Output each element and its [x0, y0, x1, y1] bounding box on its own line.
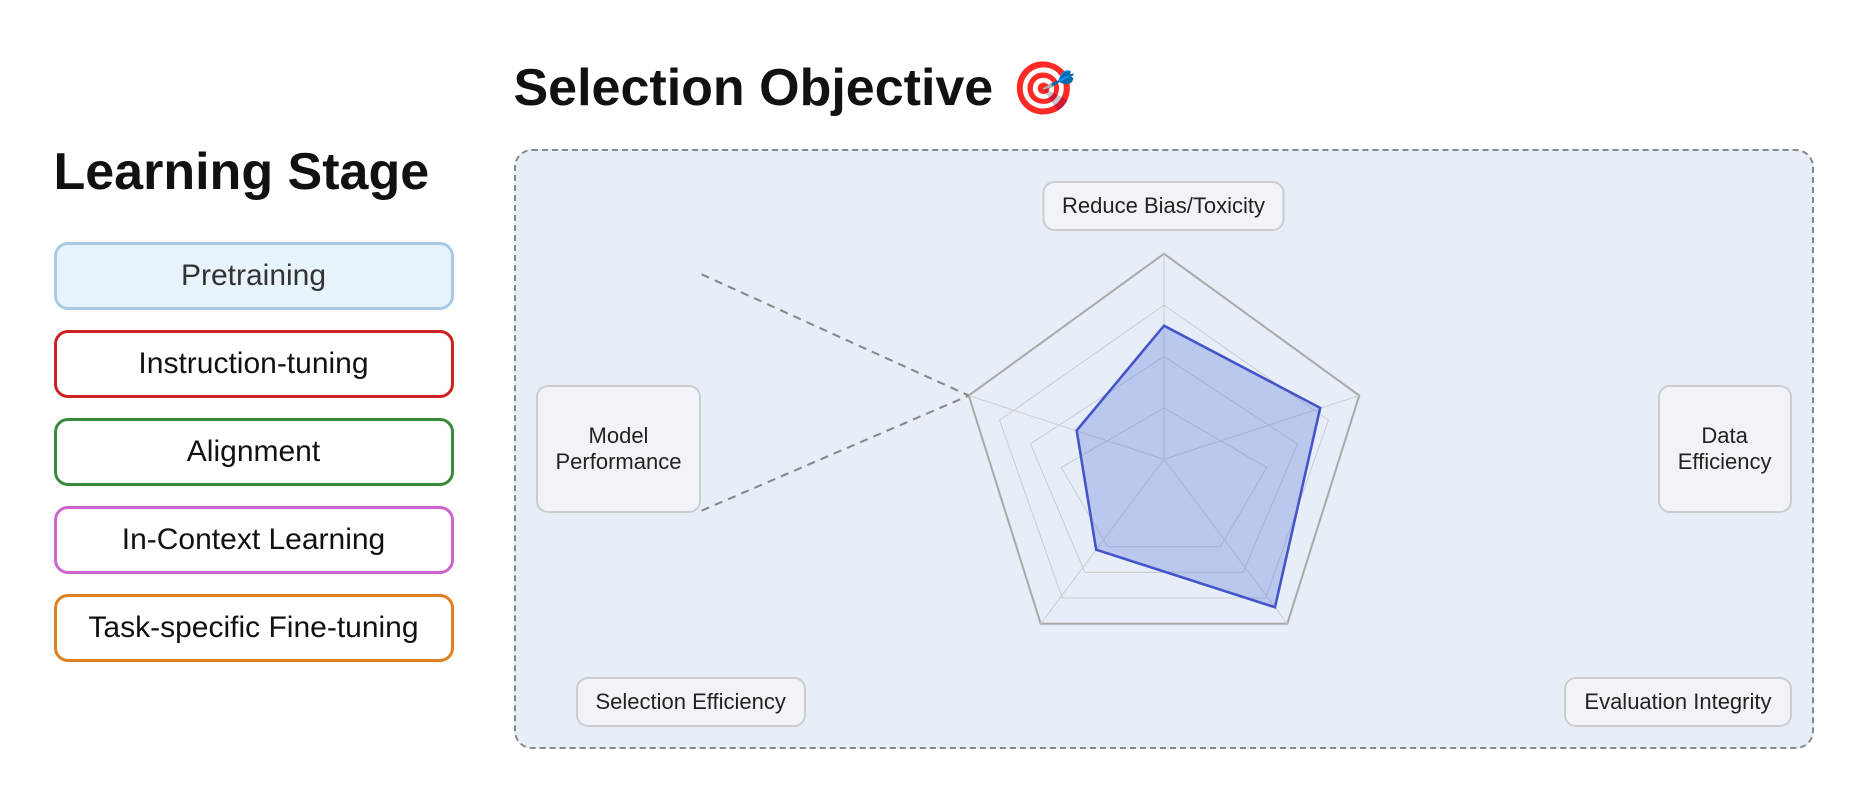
stage-instruction-tuning[interactable]: Instruction-tuning — [54, 330, 454, 398]
left-panel: Learning Stage Pretraining Instruction-t… — [54, 144, 454, 661]
stage-alignment[interactable]: Alignment — [54, 418, 454, 486]
stage-pretraining[interactable]: Pretraining — [54, 242, 454, 310]
label-data-efficiency: Data Efficiency — [1658, 385, 1792, 513]
right-panel: Selection Objective 🎯 — [514, 58, 1814, 749]
target-icon: 🎯 — [1011, 58, 1076, 119]
left-title: Learning Stage — [54, 144, 454, 201]
label-reduce-bias: Reduce Bias/Toxicity — [1042, 181, 1285, 231]
right-title: Selection Objective 🎯 — [514, 58, 1814, 119]
stage-in-context-learning[interactable]: In-Context Learning — [54, 506, 454, 574]
label-selection-efficiency: Selection Efficiency — [576, 677, 806, 727]
stage-task-specific-fine-tuning[interactable]: Task-specific Fine-tuning — [54, 594, 454, 662]
label-evaluation-integrity: Evaluation Integrity — [1564, 677, 1791, 727]
radar-container: Reduce Bias/Toxicity Data Efficiency Sel… — [514, 149, 1814, 749]
label-model-performance: Model Performance — [536, 385, 702, 513]
radar-svg — [516, 151, 1812, 747]
main-container: Learning Stage Pretraining Instruction-t… — [54, 23, 1814, 783]
